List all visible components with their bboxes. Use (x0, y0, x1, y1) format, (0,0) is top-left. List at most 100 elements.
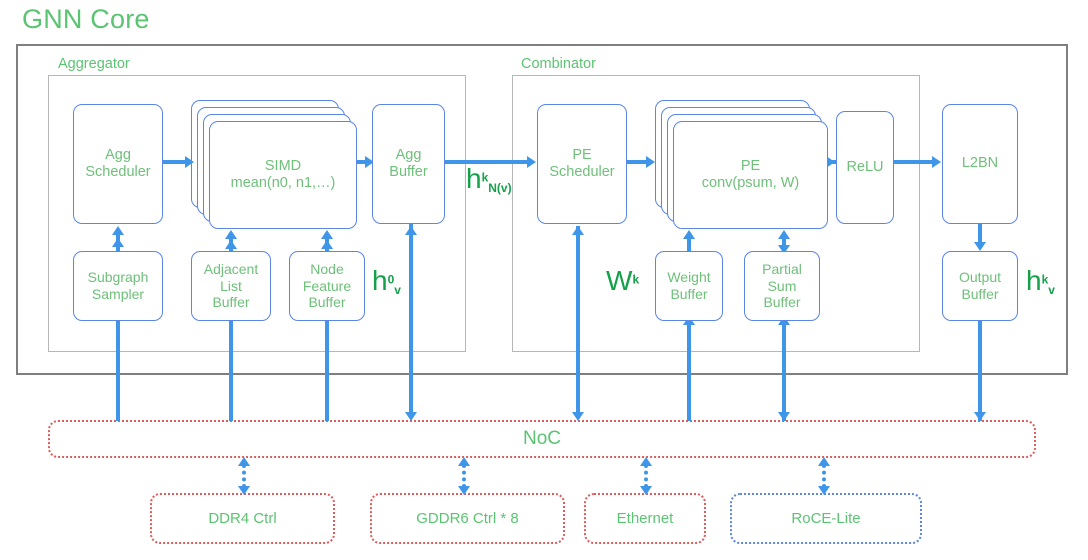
block-relu[interactable]: ReLU (836, 111, 894, 224)
arrow-weight-buffer-to-pe-head (683, 230, 695, 239)
peripheral-ethernet[interactable]: Ethernet (584, 493, 706, 544)
block-relu-label: ReLU (846, 158, 884, 175)
bus-arrow-node-feature (321, 240, 333, 249)
block-node-feature-buffer-line3: Buffer (308, 294, 346, 311)
block-agg-buffer-line2: Buffer (389, 164, 428, 180)
block-pe-line1: PE (740, 157, 761, 174)
bus-line-partial-sum-buffer (782, 321, 786, 421)
block-subgraph-sampler[interactable]: Subgraph Sampler (73, 251, 163, 321)
arrow-node-feature-to-simd-head (321, 230, 333, 239)
dotted-link-ethernet (644, 464, 648, 488)
block-weight-buffer-line2: Buffer (670, 286, 708, 302)
arrow-partial-sum-to-pe-head-up (778, 230, 790, 239)
block-agg-buffer[interactable]: Agg Buffer (372, 104, 445, 224)
dotted-link-ddr4 (242, 464, 246, 488)
dotted-link-roce-lite (822, 464, 826, 488)
peripheral-ddr4-ctrl[interactable]: DDR4 Ctrl (150, 493, 335, 544)
dotted-link-ethernet-head-up (640, 457, 652, 466)
bus-arrow-pe-scheduler-down (572, 412, 584, 421)
block-agg-scheduler-line1: Agg (105, 146, 131, 163)
block-pe[interactable]: PE conv(psum, W) (673, 121, 828, 229)
math-label-h0-v: h0v (372, 265, 401, 297)
dotted-link-roce-lite-head-up (818, 457, 830, 466)
block-l2bn-label: L2BN (961, 155, 999, 172)
peripheral-gddr6-ctrl[interactable]: GDDR6 Ctrl * 8 (370, 493, 565, 544)
arrow-agg-buffer-to-pe-scheduler-head (527, 156, 536, 168)
bus-arrow-agg-buffer-down (405, 412, 417, 421)
block-output-buffer-line1: Output (958, 269, 1002, 286)
block-output-buffer[interactable]: Output Buffer (942, 251, 1018, 321)
block-partial-sum-buffer-line1: Partial (762, 261, 802, 278)
math-h0-v-base: h (372, 265, 388, 296)
bus-arrow-pe-scheduler-up (572, 226, 584, 235)
bus-line-output-buffer (978, 321, 982, 421)
bus-line-adjacent-list (229, 321, 233, 421)
block-partial-sum-buffer-line3: Buffer (763, 294, 801, 311)
math-w-k-sup: k (632, 272, 640, 287)
arrow-agg-scheduler-to-simd-head (185, 156, 194, 168)
block-simd-line1: SIMD (264, 157, 302, 174)
math-label-h-n-v: hkN(v) (466, 163, 512, 195)
block-agg-scheduler[interactable]: Agg Scheduler (73, 104, 163, 224)
math-h0-v-sub: v (394, 283, 401, 298)
block-node-feature-buffer-line1: Node (310, 261, 344, 278)
math-w-k-base: W (606, 265, 633, 296)
arrow-relu-to-l2bn-head (932, 156, 941, 168)
math-label-h-k-v: hkv (1026, 265, 1055, 297)
dotted-link-ethernet-head-down (640, 486, 652, 495)
block-pe-scheduler-line2: Scheduler (549, 164, 615, 180)
block-output-buffer-line2: Buffer (961, 286, 999, 302)
bus-arrow-output-buffer-down (974, 412, 986, 421)
math-h-n-v-sub: N(v) (488, 181, 512, 196)
peripheral-ddr4-ctrl-label: DDR4 Ctrl (208, 510, 277, 527)
arrow-l2bn-to-output-buffer-head (974, 242, 986, 251)
block-simd-line2: mean(n0, n1,…) (230, 175, 336, 191)
dotted-link-gddr6-head-down (458, 486, 470, 495)
arrow-l2bn-to-output-buffer (978, 224, 982, 244)
bus-line-subgraph-sampler (116, 321, 120, 421)
arrow-weight-buffer-to-pe (687, 238, 691, 252)
bus-arrow-adjacent-list (225, 240, 237, 249)
block-pe-scheduler[interactable]: PE Scheduler (537, 104, 627, 224)
block-adjacent-list-buffer-line2: List (220, 277, 242, 294)
noc-label: NoC (522, 428, 561, 449)
block-adjacent-list-buffer-line1: Adjacent (203, 261, 259, 278)
noc-block[interactable]: NoC (48, 420, 1036, 458)
math-h-n-v-base: h (466, 163, 482, 194)
math-h-k-v-sub: v (1048, 283, 1055, 298)
block-l2bn[interactable]: L2BN (942, 104, 1018, 224)
peripheral-roce-lite[interactable]: RoCE-Lite (730, 493, 922, 544)
block-agg-scheduler-line2: Scheduler (85, 164, 151, 180)
bus-arrow-partial-sum-down (778, 412, 790, 421)
bus-line-weight-buffer (687, 321, 691, 421)
block-subgraph-sampler-line2: Sampler (91, 286, 145, 302)
aggregator-group-label: Aggregator (55, 56, 133, 72)
bus-line-pe-scheduler (576, 226, 580, 414)
dotted-link-ddr4-head-up (238, 457, 250, 466)
block-pe-scheduler-line1: PE (572, 146, 592, 163)
block-partial-sum-buffer-line2: Sum (767, 277, 797, 294)
block-adjacent-list-buffer-line3: Buffer (212, 294, 250, 311)
dotted-link-gddr6 (462, 464, 466, 488)
arrow-relu-to-l2bn (894, 160, 936, 164)
bus-arrow-agg-buffer-up (405, 226, 417, 235)
peripheral-ethernet-label: Ethernet (616, 510, 674, 527)
arrow-agg-scheduler-to-simd (163, 160, 187, 164)
page-title: GNN Core (22, 4, 150, 34)
arrow-subgraph-sampler-to-agg-scheduler-head (112, 226, 124, 235)
block-weight-buffer[interactable]: Weight Buffer (655, 251, 723, 321)
bus-line-agg-buffer (409, 224, 413, 414)
block-partial-sum-buffer[interactable]: Partial Sum Buffer (744, 251, 820, 321)
dotted-link-gddr6-head-up (458, 457, 470, 466)
bus-line-node-feature (325, 321, 329, 421)
block-pe-line2: conv(psum, W) (701, 175, 800, 191)
arrow-adjacent-list-to-simd-head (225, 230, 237, 239)
block-node-feature-buffer[interactable]: Node Feature Buffer (289, 251, 365, 321)
bus-arrow-subgraph-sampler (112, 238, 124, 247)
block-simd[interactable]: SIMD mean(n0, n1,…) (209, 121, 357, 229)
math-h-k-v-base: h (1026, 265, 1042, 296)
combinator-group-label: Combinator (518, 56, 599, 72)
dotted-link-ddr4-head-down (238, 486, 250, 495)
block-adjacent-list-buffer[interactable]: Adjacent List Buffer (191, 251, 271, 321)
arrow-pe-scheduler-to-pe-head (646, 156, 655, 168)
